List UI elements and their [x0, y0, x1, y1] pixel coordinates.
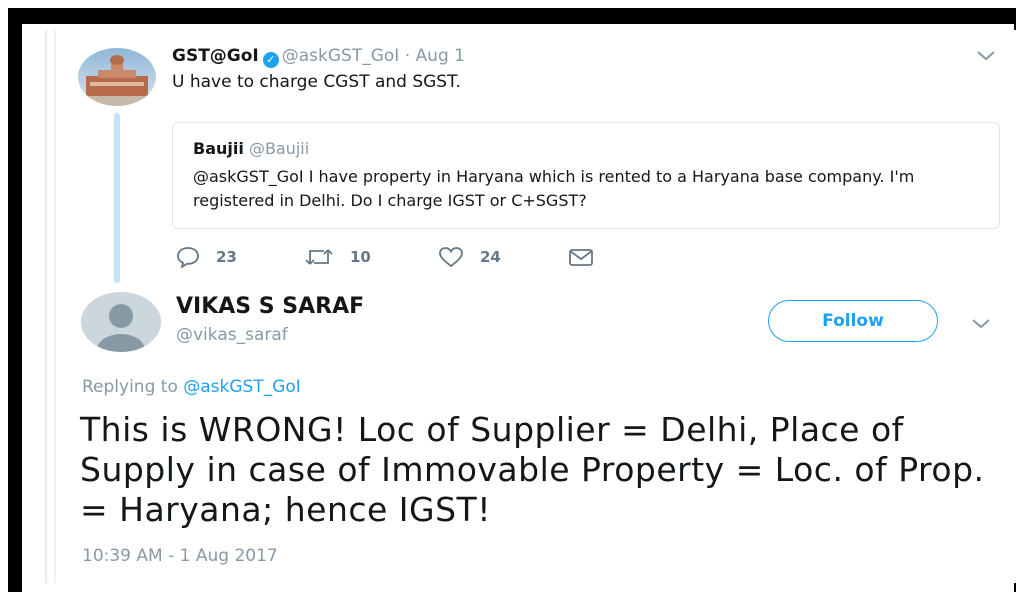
author-handle[interactable]: @vikas_saraf: [176, 325, 288, 345]
reply-count: 23: [216, 248, 237, 266]
like-count: 24: [480, 248, 501, 266]
thread-connector-line: [114, 113, 120, 283]
tweet-view: GST@GoI ✓ @askGST_GoI · Aug 1 U have to ch…: [24, 30, 1021, 583]
chevron-down-icon[interactable]: [971, 316, 991, 334]
quoted-author-name: Baujii: [193, 139, 244, 158]
verified-badge-icon: ✓: [262, 52, 279, 68]
avatar[interactable]: [78, 48, 156, 106]
quoted-tweet-header: Baujii @Baujii: [193, 139, 309, 158]
quoted-tweet[interactable]: Baujii @Baujii @askGST_GoI I have proper…: [172, 122, 1000, 229]
follow-button[interactable]: Follow: [768, 300, 938, 342]
quoted-author-handle: @Baujii: [248, 139, 310, 158]
retweet-icon: [305, 249, 333, 265]
column-divider-secondary: [54, 30, 56, 583]
replying-to-link[interactable]: @askGST_GoI: [183, 377, 301, 397]
reply-action[interactable]: 23: [176, 244, 237, 270]
envelope-icon: [569, 249, 593, 266]
avatar[interactable]: [81, 292, 161, 352]
tweet-date[interactable]: · Aug 1: [405, 46, 465, 66]
quoted-tweet-text: @askGST_GoI I have property in Haryana w…: [193, 167, 915, 210]
reply-icon: [177, 247, 199, 268]
author-handle[interactable]: @askGST_GoI: [282, 46, 400, 66]
author-name[interactable]: GST@GoI: [172, 46, 259, 66]
replying-to-line: Replying to @askGST_GoI: [82, 377, 301, 397]
author-name[interactable]: VIKAS S SARAF: [176, 294, 364, 319]
retweet-action[interactable]: 10: [304, 244, 371, 270]
column-divider: [45, 30, 47, 583]
like-action[interactable]: 24: [438, 244, 501, 270]
message-action[interactable]: [568, 244, 610, 270]
tweet-text: U have to charge CGST and SGST.: [172, 72, 461, 92]
replying-to-prefix: Replying to: [82, 377, 178, 397]
default-profile-icon: [81, 292, 161, 352]
chevron-down-icon[interactable]: [976, 48, 996, 66]
heart-icon: [439, 247, 463, 268]
tweet-timestamp[interactable]: 10:39 AM - 1 Aug 2017: [82, 546, 278, 566]
building-avatar-icon: [78, 48, 156, 106]
tweet-text: This is WRONG! Loc of Supplier = Delhi, …: [80, 410, 985, 529]
tweet-header: GST@GoI ✓ @askGST_GoI · Aug 1: [172, 46, 465, 68]
retweet-count: 10: [350, 248, 371, 266]
